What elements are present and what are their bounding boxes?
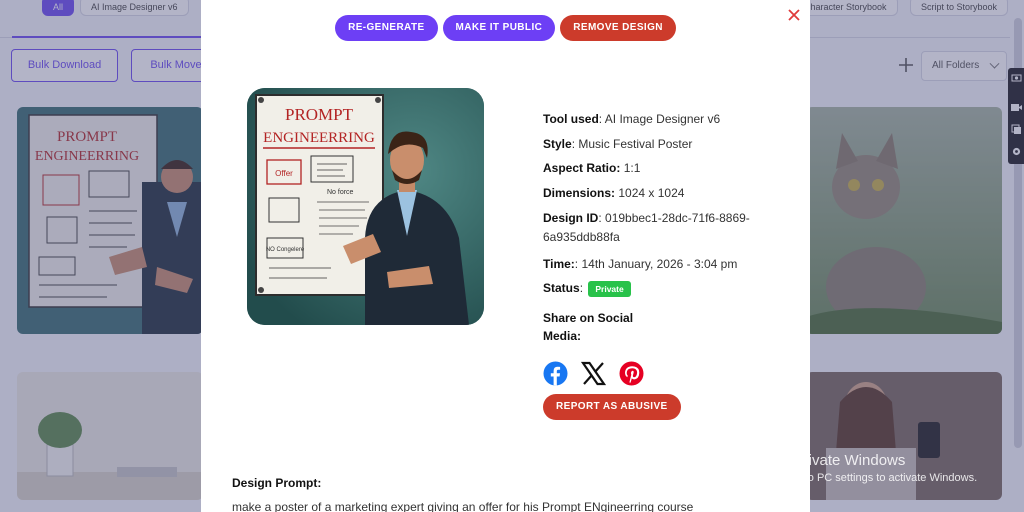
activate-windows-watermark: Activate Windows Go to PC settings to ac…: [787, 452, 977, 484]
report-abusive-button[interactable]: REPORT AS ABUSIVE: [543, 393, 681, 420]
watermark-line-2: Go to PC settings to activate Windows.: [787, 472, 978, 484]
time-value: : 14th January, 2026 - 3:04 pm: [574, 256, 738, 271]
aspect-ratio-label: Aspect Ratio:: [543, 161, 621, 175]
status-row: Status: Private: [543, 280, 783, 297]
tool-used-row: Tool used: AI Image Designer v6: [543, 112, 721, 126]
poster-no-force-text: No force: [327, 189, 354, 196]
status-badge: Private: [588, 280, 631, 297]
style-value: Music Festival Poster: [578, 136, 693, 151]
dimensions-label: Dimensions:: [543, 185, 616, 200]
style-row: Style: Music Festival Poster: [543, 136, 693, 151]
time-label: Time:: [543, 256, 575, 271]
poster-no-congelere-text: NO Congelere: [266, 247, 305, 253]
poster-title-2: ENGINEERRING: [263, 130, 375, 146]
modal-action-bar: RE-GENERATE MAKE IT PUBLIC REMOVE DESIGN: [201, 15, 810, 41]
share-title: Share on Social Media:: [543, 310, 634, 343]
poster-title-1: PROMPT: [285, 105, 354, 124]
aspect-ratio-value: 1:1: [623, 161, 641, 175]
regenerate-button[interactable]: RE-GENERATE: [335, 15, 438, 41]
design-id-label: Design ID: [543, 211, 599, 225]
time-row: Time:: 14th January, 2026 - 3:04 pm: [543, 256, 783, 272]
remove-design-button[interactable]: REMOVE DESIGN: [560, 15, 676, 41]
make-public-button[interactable]: MAKE IT PUBLIC: [442, 15, 556, 41]
design-preview-image: PROMPT ENGINEERRING Offer No force NO Co…: [247, 88, 484, 325]
poster-offer-text: Offer: [275, 169, 293, 178]
x-icon[interactable]: [581, 361, 606, 386]
tool-used-label: Tool used: [543, 112, 599, 126]
dimensions-row: Dimensions: 1024 x 1024: [543, 185, 783, 201]
social-share-icons: [543, 361, 783, 386]
facebook-icon[interactable]: [543, 361, 568, 386]
tool-used-value: AI Image Designer v6: [604, 112, 721, 126]
design-details-modal: RE-GENERATE MAKE IT PUBLIC REMOVE DESIGN…: [201, 0, 810, 512]
aspect-ratio-row: Aspect Ratio: 1:1: [543, 160, 783, 176]
design-id-row: Design ID: 019bbec1-28dc-71f6-8869-6a935…: [543, 211, 750, 244]
design-prompt-text: make a poster of a marketing expert givi…: [232, 500, 694, 512]
style-label: Style: [543, 136, 572, 151]
watermark-line-1: Activate Windows: [787, 452, 906, 469]
dimensions-value: 1024 x 1024: [618, 185, 685, 200]
design-details: Tool used: AI Image Designer v6 Style: M…: [543, 111, 783, 420]
pinterest-icon[interactable]: [619, 361, 644, 386]
design-prompt-label: Design Prompt:: [232, 476, 322, 490]
status-label: Status: [543, 281, 580, 295]
